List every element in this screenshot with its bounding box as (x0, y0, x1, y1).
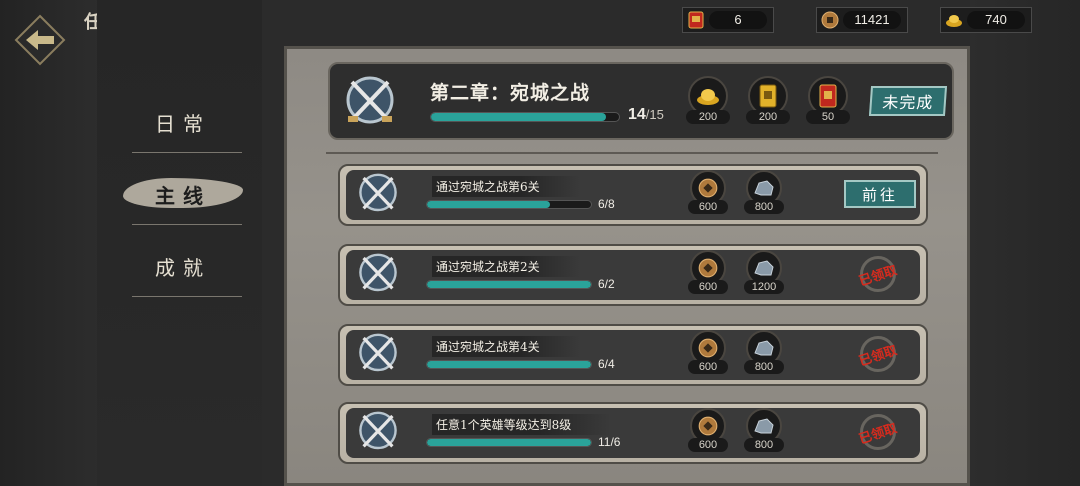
crossed-swords-emblem-icon (354, 250, 402, 298)
gold-ingot-icon (941, 7, 967, 33)
nav-divider (132, 224, 242, 225)
task-progress-bar (426, 360, 592, 369)
crossed-swords-emblem-icon (340, 72, 400, 132)
task-progress-bar (426, 280, 592, 289)
reward-amount: 600 (688, 280, 728, 294)
reward-amount: 1200 (744, 280, 784, 294)
claimed-stamp: 已领取 (854, 334, 902, 374)
task-progress-text: 11/6 (598, 435, 621, 449)
claimed-stamp: 已领取 (854, 254, 902, 294)
task-reward-ore[interactable]: 1200 (744, 250, 784, 306)
resource-gold: 740 (940, 7, 1032, 33)
divider (326, 152, 938, 154)
task-description: 通过宛城之战第2关 (432, 256, 580, 277)
reward-amount: 800 (744, 200, 784, 214)
task-description: 通过宛城之战第6关 (432, 176, 580, 197)
reward-amount: 800 (744, 438, 784, 452)
resource-value: 6 (709, 11, 767, 29)
chapter-progress-bar (430, 112, 620, 122)
resource-value: 740 (967, 11, 1025, 29)
chapter-reward-gold[interactable]: 200 (686, 76, 730, 138)
reward-amount: 800 (744, 360, 784, 374)
chapter-card: 第二章：宛城之战 14/15 200 200 50 未完成 (328, 62, 954, 140)
nav-item-main[interactable]: 主线 (123, 158, 243, 230)
nav-item-label: 成就 (155, 255, 211, 280)
back-button[interactable] (14, 14, 66, 66)
go-button[interactable]: 前往 (844, 180, 916, 208)
nav-item-daily[interactable]: 日常 (127, 86, 239, 158)
task-description: 任意1个英雄等级达到8级 (432, 414, 612, 435)
task-progress-bar (426, 200, 592, 209)
reward-amount: 600 (688, 200, 728, 214)
task-reward-coins[interactable]: 600 (688, 170, 728, 226)
task-progress-fill (427, 361, 591, 368)
reward-amount: 200 (686, 110, 730, 124)
resource-value: 11421 (843, 11, 901, 29)
right-backdrop (970, 0, 1080, 486)
claimed-stamp: 已领取 (854, 412, 902, 452)
crossed-swords-emblem-icon (354, 170, 402, 218)
task-reward-ore[interactable]: 800 (744, 170, 784, 226)
task-progress-text: 6/4 (598, 357, 615, 371)
task-reward-ore[interactable]: 800 (744, 408, 784, 464)
chapter-reward-yellow-ticket[interactable]: 200 (746, 76, 790, 138)
task-reward-coins[interactable]: 600 (688, 250, 728, 306)
resource-coins: 11421 (816, 7, 908, 33)
reward-amount: 600 (688, 360, 728, 374)
reward-amount: 600 (688, 438, 728, 452)
nav-divider (132, 152, 242, 153)
task-row: 通过宛城之战第2关 6/2 600 1200 已领取 (338, 244, 928, 306)
back-arrow-icon (14, 14, 66, 66)
nav-divider (132, 296, 242, 297)
task-row: 通过宛城之战第6关 6/8 600 800 前往 (338, 164, 928, 226)
task-progress-text: 6/2 (598, 277, 615, 291)
task-row: 通过宛城之战第4关 6/4 600 800 已领取 (338, 324, 928, 386)
task-reward-coins[interactable]: 600 (688, 330, 728, 386)
nav-item-label: 主线 (155, 183, 211, 208)
crossed-swords-emblem-icon (354, 408, 402, 456)
task-progress-fill (427, 201, 550, 208)
reward-amount: 50 (806, 110, 850, 124)
red-ticket-icon (683, 7, 709, 33)
task-progress-text: 6/8 (598, 197, 615, 211)
crossed-swords-emblem-icon (354, 330, 402, 378)
task-progress-fill (427, 439, 591, 446)
task-progress-bar (426, 438, 592, 447)
chapter-status-button[interactable]: 未完成 (868, 86, 948, 116)
chapter-progress-fill (431, 113, 607, 121)
task-row: 任意1个英雄等级达到8级 11/6 600 800 已领取 (338, 402, 928, 464)
chapter-progress-text: 14/15 (628, 106, 664, 124)
chapter-reward-red-ticket[interactable]: 50 (806, 76, 850, 138)
task-reward-ore[interactable]: 800 (744, 330, 784, 386)
nav-item-label: 日常 (155, 111, 211, 136)
nav-item-achievements[interactable]: 成就 (127, 230, 239, 302)
reward-amount: 200 (746, 110, 790, 124)
chapter-progress-total: /15 (645, 107, 664, 122)
chapter-progress-current: 14 (628, 106, 646, 123)
task-progress-fill (427, 281, 591, 288)
side-nav: 日常 主线 成就 (97, 0, 262, 486)
left-backdrop (0, 0, 100, 486)
task-description: 通过宛城之战第4关 (432, 336, 580, 357)
chapter-title: 第二章：宛城之战 (430, 82, 591, 104)
copper-coin-icon (817, 7, 843, 33)
resource-tickets: 6 (682, 7, 774, 33)
task-reward-coins[interactable]: 600 (688, 408, 728, 464)
